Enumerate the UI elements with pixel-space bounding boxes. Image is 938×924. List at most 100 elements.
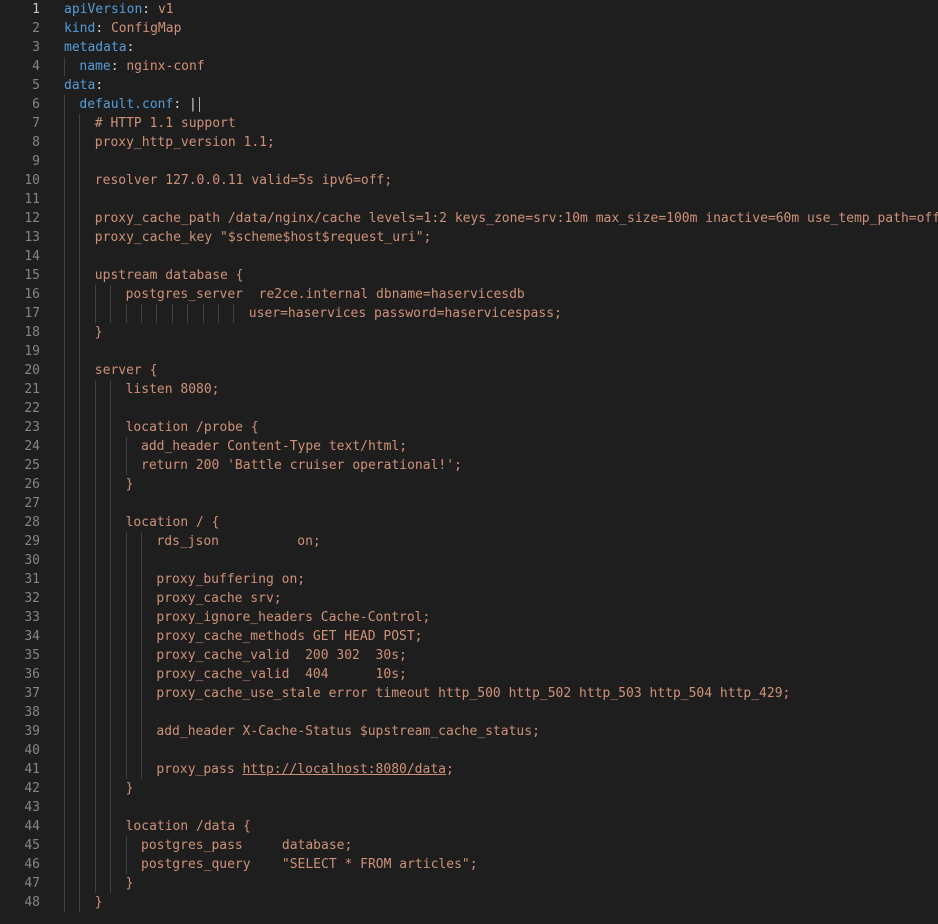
- code-line[interactable]: 33 proxy_ignore_headers Cache-Control;: [0, 608, 938, 627]
- code-token: }: [94, 325, 103, 340]
- code-line[interactable]: 44 location /data {: [0, 817, 938, 836]
- code-line[interactable]: 25 return 200 'Battle cruiser operational…: [0, 456, 938, 475]
- code-line[interactable]: 19: [0, 342, 938, 361]
- code-line[interactable]: 7 # HTTP 1.1 support: [0, 114, 938, 133]
- indent-guide: [64, 551, 65, 570]
- code-line[interactable]: 24 add_header Content-Type text/html;: [0, 437, 938, 456]
- line-number: 15: [24, 268, 40, 283]
- code-line[interactable]: 12 proxy_cache_path /data/nginx/cache lev…: [0, 209, 938, 228]
- code-line[interactable]: 48}: [0, 893, 938, 912]
- indent-guide: [79, 836, 81, 855]
- code-line[interactable]: 42}: [0, 779, 938, 798]
- code-line[interactable]: 13 proxy_cache_key "$scheme$host$request_…: [0, 228, 938, 247]
- indent-guide: [110, 836, 112, 855]
- code-line[interactable]: 35 proxy_cache_valid 200 302 30s;: [0, 646, 938, 665]
- indent-guide: [94, 684, 96, 703]
- indent-guide: [64, 342, 65, 361]
- code-line[interactable]: 45 postgres_pass database;: [0, 836, 938, 855]
- indent-guide: [125, 608, 127, 627]
- code-text: location / {: [126, 513, 220, 532]
- indent-guide: [79, 741, 81, 760]
- code-line[interactable]: 22: [0, 399, 938, 418]
- code-line[interactable]: 11: [0, 190, 938, 209]
- code-line[interactable]: 30: [0, 551, 938, 570]
- indent-guide: [79, 247, 81, 266]
- code-line[interactable]: 39 add_header X-Cache-Status $upstream_ca…: [0, 722, 938, 741]
- code-line[interactable]: 26}: [0, 475, 938, 494]
- indent-guide: [125, 589, 127, 608]
- indent-guide: [110, 475, 112, 494]
- indent-guide: [94, 608, 96, 627]
- code-line[interactable]: 28 location / {: [0, 513, 938, 532]
- code-line[interactable]: 1 apiVersion: v1: [0, 0, 938, 19]
- line-number: 5: [32, 78, 40, 93]
- indent-guide: [64, 171, 65, 190]
- code-link[interactable]: http://localhost:8080/data: [242, 762, 446, 777]
- line-number: 47: [24, 876, 40, 891]
- indent-guide: [171, 304, 173, 323]
- indent-guide: [64, 646, 65, 665]
- code-line[interactable]: 32 proxy_cache srv;: [0, 589, 938, 608]
- line-number: 44: [24, 819, 40, 834]
- indent-guide: [79, 342, 81, 361]
- code-line[interactable]: 29 rds_json on;: [0, 532, 938, 551]
- code-token: :: [95, 78, 104, 93]
- code-line[interactable]: 31 proxy_buffering on;: [0, 570, 938, 589]
- code-line[interactable]: 37 proxy_cache_use_stale error timeout ht…: [0, 684, 938, 703]
- indent-guide: [141, 570, 142, 589]
- line-number: 6: [32, 97, 40, 112]
- line-number: 34: [24, 629, 40, 644]
- code-line[interactable]: 20 server {: [0, 361, 938, 380]
- code-line[interactable]: 15 upstream database {: [0, 266, 938, 285]
- code-line[interactable]: 4 name: nginx-conf: [0, 57, 938, 76]
- code-line[interactable]: 47}: [0, 874, 938, 893]
- code-line[interactable]: 6 default.conf: |: [0, 95, 938, 114]
- indent-guide: [79, 323, 81, 342]
- code-line[interactable]: 27: [0, 494, 938, 513]
- code-line[interactable]: 43: [0, 798, 938, 817]
- code-line[interactable]: 5 data:: [0, 76, 938, 95]
- indent-guide: [64, 741, 65, 760]
- code-token: location /probe {: [125, 420, 259, 435]
- indent-guide: [94, 532, 96, 551]
- code-line[interactable]: 18}: [0, 323, 938, 342]
- code-line[interactable]: 8 proxy_http_version 1.1;: [0, 133, 938, 152]
- code-editor[interactable]: 1 apiVersion: v1 2 kind: ConfigMap 3 metadata…: [0, 0, 938, 924]
- indent-guide: [94, 437, 96, 456]
- code-line[interactable]: 2 kind: ConfigMap: [0, 19, 938, 38]
- code-token: add_header Content-Type text/html;: [141, 439, 408, 454]
- code-line[interactable]: 36 proxy_cache_valid 404 10s;: [0, 665, 938, 684]
- indent-guide: [79, 570, 81, 589]
- yaml-key: data: [64, 78, 96, 93]
- code-line[interactable]: 41 proxy_pass http://localhost:8080/data;: [0, 760, 938, 779]
- code-line[interactable]: 40: [0, 741, 938, 760]
- code-line[interactable]: 17 user=haservices password=haservicespas…: [0, 304, 938, 323]
- line-number: 45: [24, 838, 40, 853]
- code-token: :: [126, 40, 135, 55]
- code-token: nginx-conf: [126, 59, 205, 74]
- code-line[interactable]: 16 postgres_server re2ce.internal dbname=…: [0, 285, 938, 304]
- code-line[interactable]: 23 location /probe {: [0, 418, 938, 437]
- line-number: 19: [24, 344, 40, 359]
- code-line[interactable]: 10 resolver 127.0.0.11 valid=5s ipv6=off;: [0, 171, 938, 190]
- code-line[interactable]: 38: [0, 703, 938, 722]
- indent-guide: [64, 475, 65, 494]
- code-line[interactable]: 9: [0, 152, 938, 171]
- line-number: 10: [24, 173, 40, 188]
- code-text: data:: [64, 76, 103, 95]
- code-line[interactable]: 34 proxy_cache_methods GET HEAD POST;: [0, 627, 938, 646]
- indent-guide: [94, 817, 96, 836]
- indent-guide: [110, 627, 112, 646]
- code-line[interactable]: 46 postgres_query "SELECT * FROM articles…: [0, 855, 938, 874]
- indent-guide: [79, 209, 81, 228]
- indent-guide: [110, 589, 112, 608]
- indent-guide: [110, 456, 112, 475]
- line-number: 8: [32, 135, 40, 150]
- code-line[interactable]: 21 listen 8080;: [0, 380, 938, 399]
- indent-guide: [64, 513, 65, 532]
- code-line[interactable]: 3 metadata:: [0, 38, 938, 57]
- indent-guide: [79, 893, 81, 912]
- code-line[interactable]: 14: [0, 247, 938, 266]
- code-text: return 200 'Battle cruiser operational!'…: [141, 456, 462, 475]
- indent-guide: [125, 570, 127, 589]
